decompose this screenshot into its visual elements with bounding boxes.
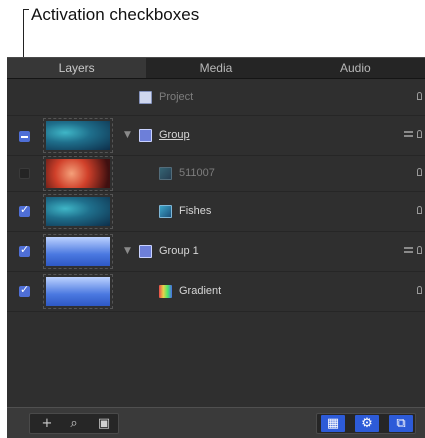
activation-checkbox[interactable] — [19, 168, 30, 179]
disclosure-triangle-icon[interactable]: ▼ — [124, 246, 131, 256]
search-icon[interactable]: ⌕ — [62, 415, 86, 432]
group-icon — [139, 129, 152, 142]
gear-icon[interactable]: ⚙ — [355, 415, 379, 432]
layer-thumbnail — [43, 194, 113, 229]
layer-row-group-1[interactable]: ▼ Group 1 — [7, 232, 425, 272]
lock-icon[interactable] — [417, 92, 422, 100]
layer-label: Fishes — [179, 205, 212, 217]
group-type-icon — [404, 131, 413, 139]
grid-icon[interactable]: ▦ — [321, 415, 345, 432]
layer-thumbnail — [43, 156, 113, 191]
lock-icon[interactable] — [417, 206, 422, 214]
group-icon — [139, 245, 152, 258]
lock-icon[interactable] — [417, 286, 422, 294]
panel-footer: + ⌕ ▣ ▦ ⚙ ⧉ — [7, 407, 425, 438]
image-icon — [159, 167, 172, 180]
project-icon — [139, 91, 152, 104]
activation-checkbox[interactable] — [19, 243, 30, 257]
footer-left-group: + ⌕ ▣ — [29, 413, 119, 434]
layers-panel: Layers Media Audio Project ▼ Group 51100… — [7, 57, 425, 438]
activation-checkbox[interactable] — [19, 131, 30, 142]
lock-icon[interactable] — [417, 130, 422, 138]
layer-list: Project ▼ Group 511007 Fishes — [7, 80, 425, 312]
tab-media[interactable]: Media — [146, 58, 285, 78]
layer-label: Group — [159, 129, 190, 141]
group-type-icon — [404, 247, 413, 255]
lock-icon[interactable] — [417, 246, 422, 254]
image-icon — [159, 205, 172, 218]
callout-label: Activation checkboxes — [31, 5, 200, 24]
tab-layers[interactable]: Layers — [7, 58, 147, 78]
layer-label: Gradient — [179, 285, 222, 297]
layers-icon[interactable]: ⧉ — [389, 415, 413, 432]
layer-row-gradient[interactable]: Gradient — [7, 272, 425, 312]
disclosure-triangle-icon[interactable]: ▼ — [124, 130, 131, 140]
layer-label: 511007 — [179, 167, 215, 179]
frame-icon[interactable]: ▣ — [92, 415, 116, 432]
lock-icon[interactable] — [417, 168, 422, 176]
layer-row-fishes[interactable]: Fishes — [7, 192, 425, 232]
layer-label: Group 1 — [159, 245, 199, 257]
tab-bar: Layers Media Audio — [7, 58, 425, 79]
layer-thumbnail — [43, 234, 113, 269]
layer-row-group[interactable]: ▼ Group — [7, 116, 425, 156]
activation-checkbox[interactable] — [19, 283, 30, 297]
layer-label: Project — [159, 91, 194, 103]
layer-row-project[interactable]: Project — [7, 80, 425, 116]
layer-row-511007[interactable]: 511007 — [7, 156, 425, 192]
gradient-icon — [159, 285, 172, 298]
activation-checkbox[interactable] — [19, 203, 30, 217]
layer-thumbnail — [43, 118, 113, 153]
layer-thumbnail — [43, 274, 113, 309]
tab-audio[interactable]: Audio — [286, 58, 425, 78]
footer-right-group: ▦ ⚙ ⧉ — [316, 413, 416, 434]
plus-icon[interactable]: + — [35, 415, 59, 432]
